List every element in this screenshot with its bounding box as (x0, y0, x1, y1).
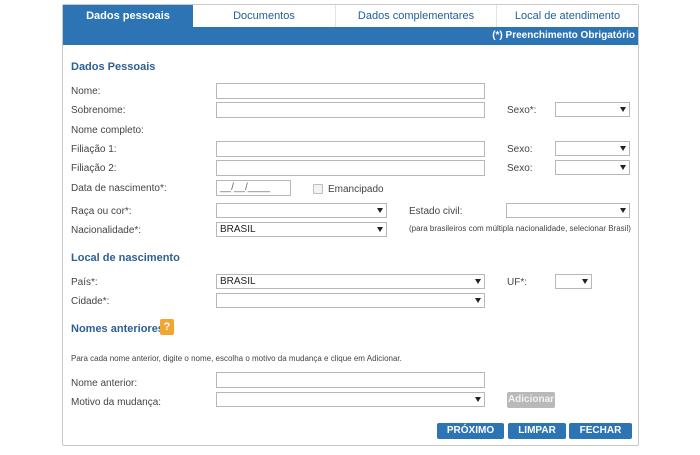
tab-bar: Dados pessoais Documentos Dados compleme… (63, 5, 638, 27)
motivo-label: Motivo da mudança: (71, 397, 162, 408)
chevron-down-icon (475, 397, 481, 402)
sexo-filiacao2-label: Sexo: (507, 163, 533, 174)
chevron-down-icon (475, 279, 481, 284)
tab-dados-pessoais[interactable]: Dados pessoais (63, 5, 193, 27)
nome-anterior-input[interactable] (216, 372, 485, 388)
form-panel: Dados pessoais Documentos Dados compleme… (62, 4, 639, 446)
filiacao2-label: Filiação 2: (71, 163, 117, 174)
help-icon[interactable]: ? (160, 319, 174, 335)
cidade-label: Cidade*: (71, 296, 110, 307)
chevron-down-icon (377, 227, 383, 232)
filiacao1-input[interactable] (216, 141, 485, 157)
fechar-button[interactable]: FECHAR (569, 423, 632, 439)
uf-label: UF*: (507, 277, 527, 288)
sexo-filiacao1-select[interactable] (555, 141, 630, 156)
cidade-select[interactable] (216, 293, 485, 308)
nascimento-input[interactable]: __/__/____ (216, 180, 291, 196)
chevron-down-icon (620, 165, 626, 170)
chevron-down-icon (582, 279, 588, 284)
pais-select[interactable]: BRASIL (216, 274, 485, 289)
proximo-button[interactable]: PRÓXIMO (437, 423, 504, 439)
section-title-dados-pessoais: Dados Pessoais (71, 61, 156, 73)
nacionalidade-label: Nacionalidade*: (71, 225, 142, 236)
limpar-button[interactable]: LIMPAR (508, 423, 566, 439)
motivo-select[interactable] (216, 392, 485, 407)
pais-label: País*: (71, 277, 98, 288)
nome-label: Nome: (71, 86, 101, 97)
sexo-filiacao1-label: Sexo: (507, 144, 533, 155)
uf-select[interactable] (555, 274, 592, 289)
nacionalidade-value: BRASIL (220, 224, 256, 235)
adicionar-button[interactable]: Adicionar (507, 392, 555, 408)
nome-completo-label: Nome completo: (71, 125, 144, 136)
sexo-select[interactable] (555, 102, 630, 117)
raca-select[interactable] (216, 203, 387, 218)
chevron-down-icon (620, 107, 626, 112)
chevron-down-icon (620, 208, 626, 213)
nacionalidade-hint: (para brasileiros com múltipla nacionali… (409, 224, 631, 233)
tab-dados-complementares[interactable]: Dados complementares (336, 5, 497, 27)
emancipado-checkbox[interactable] (313, 184, 323, 194)
required-note: (*) Preenchimento Obrigatório (492, 30, 635, 41)
sexo-filiacao2-select[interactable] (555, 160, 630, 175)
emancipado-label: Emancipado (328, 184, 384, 195)
required-note-bar: (*) Preenchimento Obrigatório (63, 27, 638, 45)
raca-label: Raça ou cor*: (71, 206, 132, 217)
nome-anterior-label: Nome anterior: (71, 378, 138, 389)
section-title-local-nascimento: Local de nascimento (71, 252, 180, 264)
estado-civil-select[interactable] (506, 203, 630, 218)
nomes-anteriores-instructions: Para cada nome anterior, digite o nome, … (71, 354, 402, 363)
estado-civil-label: Estado civil: (409, 206, 463, 217)
tab-local-atendimento[interactable]: Local de atendimento (497, 5, 638, 27)
chevron-down-icon (475, 298, 481, 303)
nascimento-label: Data de nascimento*: (71, 183, 167, 194)
filiacao1-label: Filiação 1: (71, 144, 117, 155)
sobrenome-input[interactable] (216, 102, 485, 118)
nacionalidade-select[interactable]: BRASIL (216, 222, 387, 237)
filiacao2-input[interactable] (216, 160, 485, 176)
pais-value: BRASIL (220, 276, 256, 287)
sexo-label: Sexo*: (507, 105, 537, 116)
tab-documentos[interactable]: Documentos (193, 5, 336, 27)
section-title-nomes-anteriores: Nomes anteriores (71, 323, 164, 335)
sobrenome-label: Sobrenome: (71, 105, 126, 116)
chevron-down-icon (620, 146, 626, 151)
nome-input[interactable] (216, 83, 485, 99)
chevron-down-icon (377, 208, 383, 213)
